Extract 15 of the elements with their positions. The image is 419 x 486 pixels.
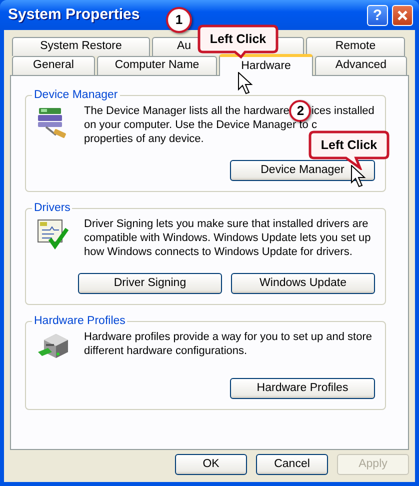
group-title: Drivers xyxy=(33,201,72,215)
description-text: The Device Manager lists all the hardware xyxy=(84,104,290,118)
description-text: different hardware configurations. xyxy=(84,344,248,358)
callout-text: Left Click xyxy=(320,138,378,152)
group-title: Device Manager xyxy=(33,88,119,102)
description-text: properties of any device. xyxy=(84,132,204,146)
description-text: how Windows connects to Windows Update for drivers. xyxy=(84,245,352,259)
window-title: System Properties xyxy=(8,4,140,25)
description-text: Hardware profiles provide a way for you to set up and store xyxy=(84,330,372,344)
description-text: ices installed xyxy=(311,104,374,118)
description-text: compatible with Windows. Windows Update lets you set up xyxy=(84,231,371,245)
group-title: Hardware Profiles xyxy=(33,314,126,328)
step-number-badge: 2 xyxy=(289,100,312,122)
description-text: Driver Signing lets you make sure that installed drivers are xyxy=(84,217,368,231)
callout-text: Left Click xyxy=(210,32,266,46)
